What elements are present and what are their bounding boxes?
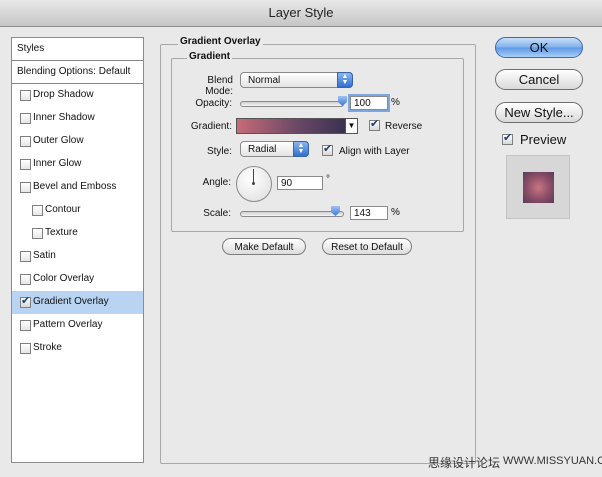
align-with-layer-label: Align with Layer [339,146,410,157]
style-item-label: Outer Glow [33,135,84,146]
reverse-label: Reverse [385,121,423,132]
blend-mode-value: Normal [248,75,281,86]
style-item-pattern-overlay[interactable]: Pattern Overlay [12,314,143,337]
opacity-unit: % [391,97,400,108]
style-item-texture[interactable]: Texture [12,222,143,245]
preview-label: Preview [520,132,567,147]
style-item-label: Inner Glow [33,158,82,169]
style-item-checkbox[interactable] [20,90,31,101]
styles-header[interactable]: Styles [12,38,143,61]
style-item-label: Bevel and Emboss [33,181,117,192]
gradient-dropdown-icon[interactable]: ▼ [345,119,357,133]
blend-mode-select[interactable]: Normal ▲ ▼ [240,72,353,88]
style-item-bevel-and-emboss[interactable]: Bevel and Emboss [12,176,143,199]
style-item-label: Pattern Overlay [33,319,103,330]
preview-thumbnail [506,155,570,219]
opacity-slider-track[interactable] [240,101,344,107]
reset-to-default-button[interactable]: Reset to Default [322,238,412,255]
style-item-checkbox[interactable] [32,228,43,239]
scale-unit: % [391,207,400,218]
style-value: Radial [248,144,277,155]
style-item-label: Satin [33,250,56,261]
style-item-checkbox[interactable] [32,205,43,216]
style-item-checkbox[interactable] [20,182,31,193]
style-item-checkbox[interactable] [20,113,31,124]
blend-mode-label: Blend Mode: [205,75,233,97]
style-item-label: Color Overlay [33,273,95,284]
gradient-overlay-title: Gradient Overlay [178,36,263,47]
window-titlebar: Layer Style [0,0,602,27]
style-item-stroke[interactable]: Stroke [12,337,143,360]
style-item-label: Contour [45,204,81,215]
angle-unit: ° [326,174,330,185]
styles-list: Styles Blending Options: Default Drop Sh… [11,37,144,463]
style-item-outer-glow[interactable]: Outer Glow [12,130,143,153]
style-item-checkbox[interactable] [20,159,31,170]
blend-mode-stepper-icon: ▲ ▼ [337,72,353,88]
style-item-gradient-overlay[interactable]: Gradient Overlay [12,291,143,314]
scale-input[interactable]: 143 [350,206,388,220]
style-item-satin[interactable]: Satin [12,245,143,268]
style-item-label: Texture [45,227,78,238]
window-title: Layer Style [268,5,334,20]
opacity-input[interactable]: 100 [350,96,388,110]
scale-label: Scale: [203,208,231,219]
make-default-button[interactable]: Make Default [222,238,306,255]
opacity-label: Opacity: [195,98,232,109]
blending-options-item[interactable]: Blending Options: Default [12,61,143,84]
style-item-inner-shadow[interactable]: Inner Shadow [12,107,143,130]
ok-button[interactable]: OK [495,37,583,58]
style-label: Style: [206,146,232,157]
style-item-color-overlay[interactable]: Color Overlay [12,268,143,291]
style-item-checkbox[interactable] [20,294,31,308]
style-item-checkbox[interactable] [20,274,31,285]
angle-label: Angle: [202,177,231,188]
site-url: WWW.MISSYUAN.COM [503,455,602,467]
style-stepper-icon: ▲ ▼ [293,141,309,157]
style-item-label: Gradient Overlay [33,296,109,307]
style-item-label: Drop Shadow [33,89,94,100]
style-item-label: Stroke [33,342,62,353]
style-item-contour[interactable]: Contour [12,199,143,222]
forum-name: 思缘设计论坛 [428,456,501,470]
angle-input[interactable]: 90 [277,176,323,190]
cancel-button[interactable]: Cancel [495,69,583,90]
new-style-button[interactable]: New Style... [495,102,583,123]
preview-swatch [523,172,554,203]
scale-slider-track[interactable] [240,211,344,217]
style-item-label: Inner Shadow [33,112,95,123]
gradient-picker[interactable]: ▼ [236,118,358,134]
gradient-label: Gradient: [190,121,232,132]
angle-dial[interactable] [236,166,272,202]
preview-checkbox[interactable] [502,131,513,145]
reverse-checkbox[interactable] [369,117,380,131]
align-with-layer-checkbox[interactable] [322,142,333,156]
style-item-checkbox[interactable] [20,343,31,354]
style-select[interactable]: Radial ▲ ▼ [240,141,309,157]
style-item-drop-shadow[interactable]: Drop Shadow [12,84,143,107]
style-item-checkbox[interactable] [20,320,31,331]
style-item-checkbox[interactable] [20,251,31,262]
style-item-inner-glow[interactable]: Inner Glow [12,153,143,176]
gradient-subgroup-title: Gradient [187,51,233,62]
style-item-checkbox[interactable] [20,136,31,147]
